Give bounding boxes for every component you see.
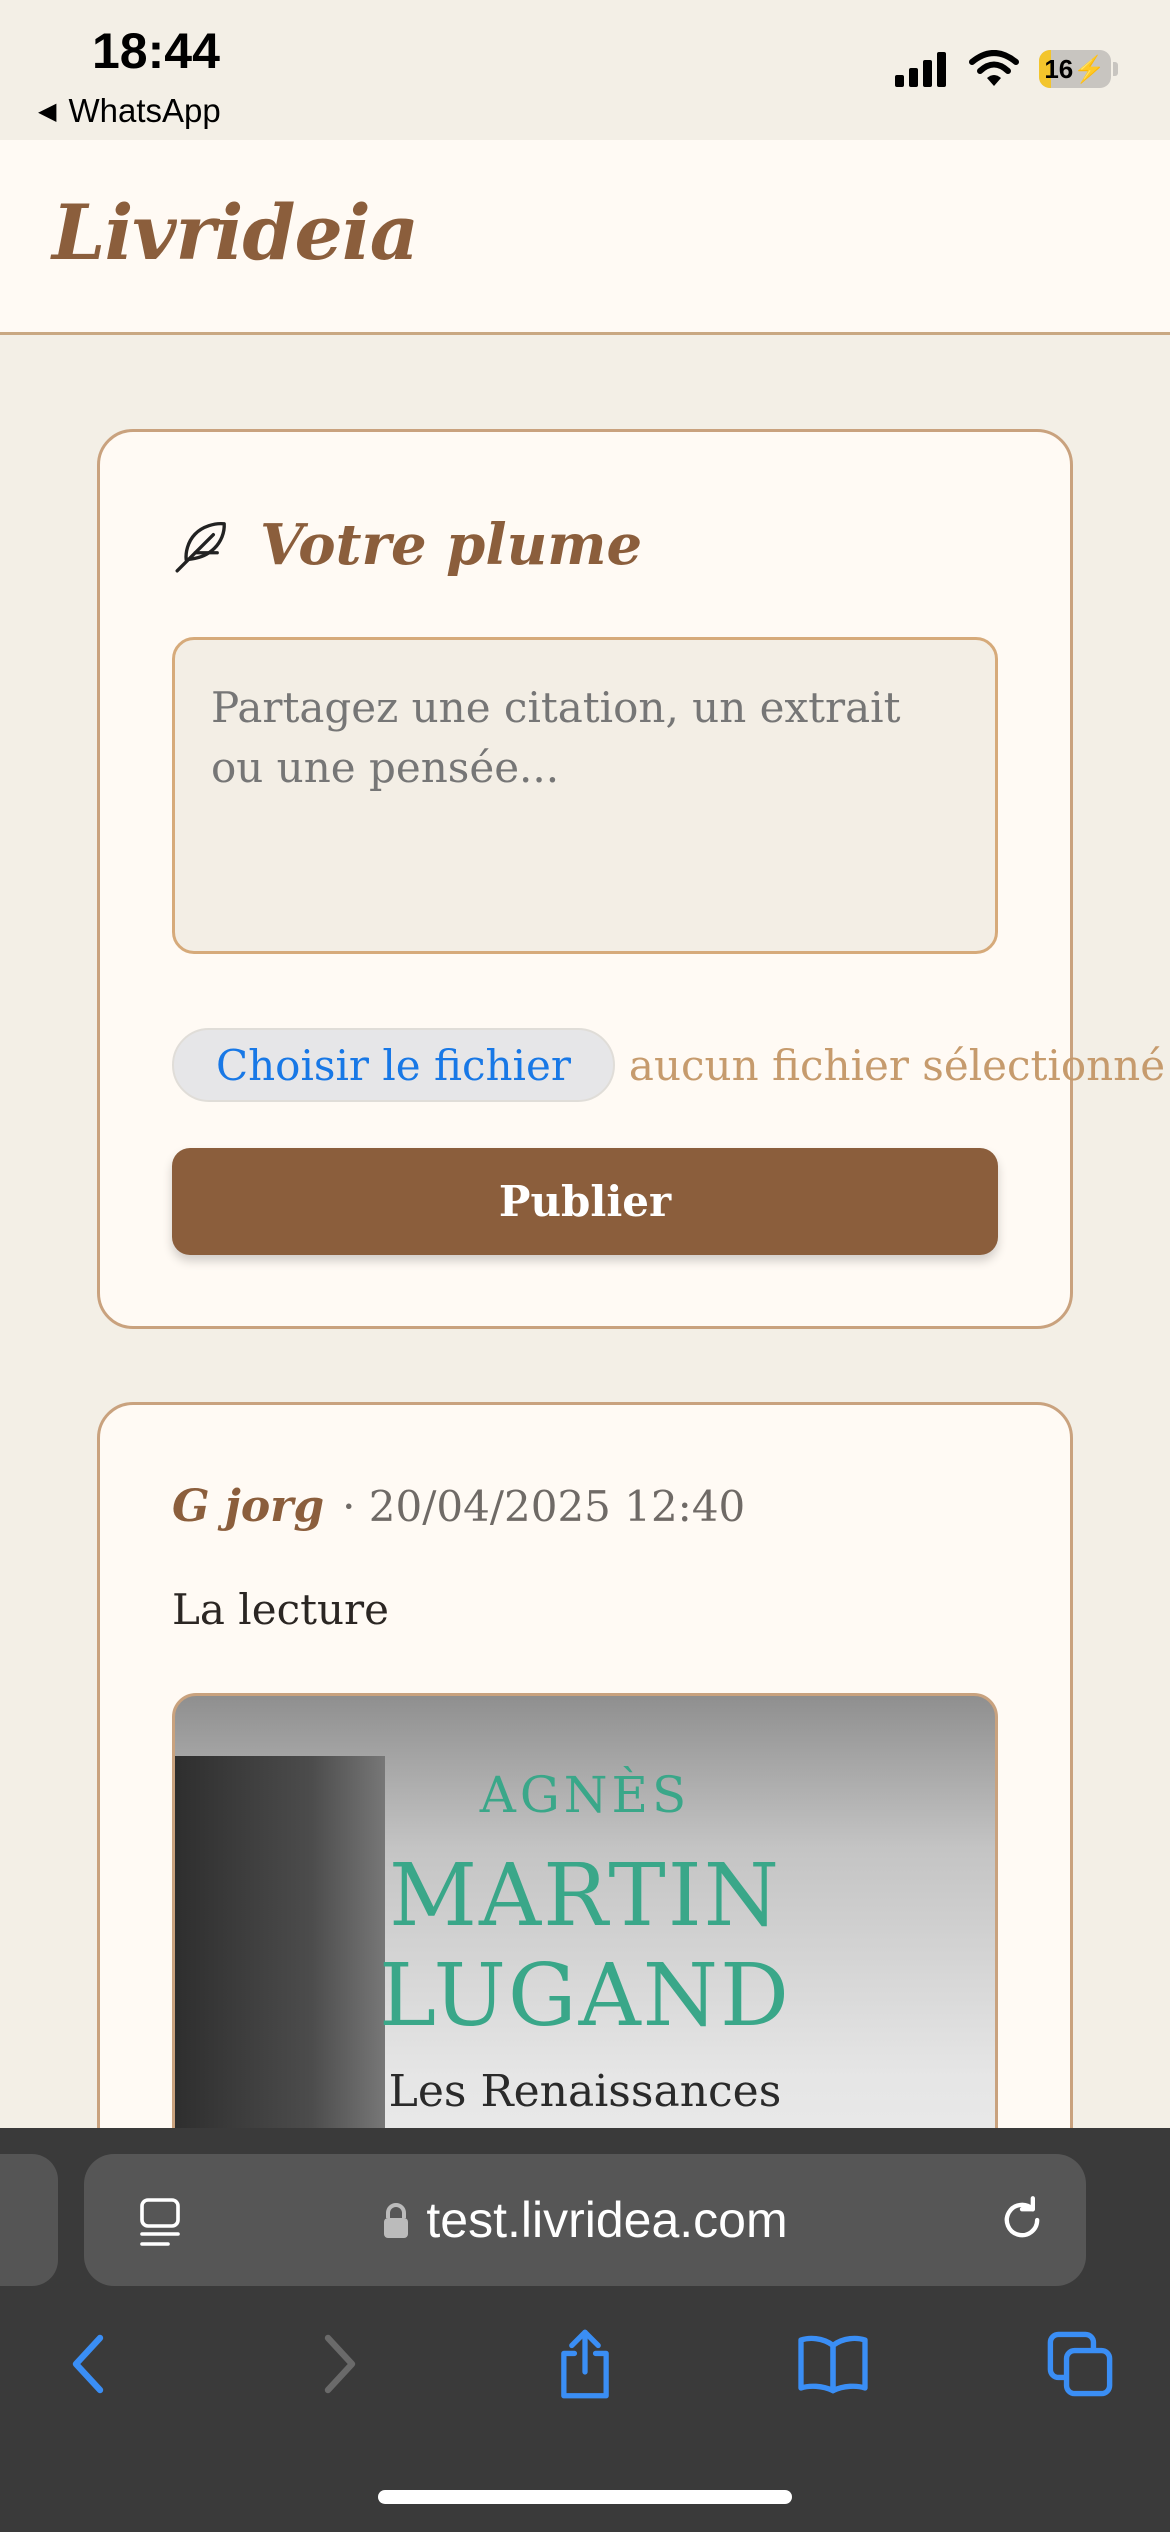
tabs-icon: [1047, 2331, 1113, 2397]
status-icons: 16 ⚡: [895, 50, 1118, 88]
post-author[interactable]: G jorg: [172, 1481, 324, 1532]
cover-author-first-name: AGNÈS: [479, 1766, 691, 1824]
wifi-icon: [969, 50, 1019, 86]
url-text: test.livridea.com: [426, 2192, 788, 2248]
lock-icon: [384, 2203, 409, 2238]
file-picker: Choisir le fichier aucun fichier sélecti…: [172, 1028, 1165, 1102]
post-textarea[interactable]: [172, 637, 998, 954]
file-status: aucun fichier sélectionné: [628, 1040, 1166, 1090]
back-button[interactable]: [48, 2324, 128, 2404]
browser-toolbar: [0, 2324, 1170, 2424]
composer-card: Votre plume Choisir le fichier aucun fic…: [97, 429, 1165, 1329]
battery-level: 16 ⚡: [1044, 53, 1106, 84]
battery-icon: 16 ⚡: [1039, 50, 1111, 88]
tabs-button[interactable]: [1040, 2324, 1120, 2404]
cover-author-last-name-1: MARTIN: [389, 1846, 781, 1946]
composer-heading: Votre plume: [172, 512, 642, 578]
feather-icon: [175, 521, 226, 573]
back-app-label: WhatsApp: [68, 92, 221, 129]
bookmarks-icon: [798, 2335, 868, 2394]
forward-button[interactable]: [300, 2324, 380, 2404]
battery-tip: [1113, 62, 1118, 76]
reload-icon[interactable]: [996, 2194, 1048, 2246]
post-date: · 20/04/2025 12:40: [342, 1482, 746, 1531]
forward-icon: [324, 2334, 356, 2394]
cover-author-last-name-2: LUGAND: [379, 1946, 791, 2046]
address-bar[interactable]: test.livridea.com: [84, 2154, 1086, 2286]
safari-bottom-bar: test.livridea.com: [0, 2128, 1170, 2532]
choose-file-button[interactable]: Choisir le fichier: [172, 1028, 615, 1102]
bookmarks-button[interactable]: [793, 2324, 873, 2404]
status-time: 18:44: [92, 23, 220, 79]
previous-tab-peek[interactable]: [0, 2154, 58, 2286]
home-indicator[interactable]: [378, 2490, 792, 2504]
back-triangle-icon: ◀: [38, 97, 57, 125]
publish-button[interactable]: Publier: [172, 1148, 998, 1255]
cover-book-title: Les Renaissances: [388, 2066, 782, 2117]
back-to-app-link[interactable]: ◀ WhatsApp: [38, 92, 221, 130]
site-header: Livrideia: [0, 140, 1170, 335]
share-icon: [561, 2329, 609, 2399]
status-bar: 18:44 ◀ WhatsApp 16 ⚡: [0, 0, 1170, 140]
composer-title: Votre plume: [260, 512, 643, 578]
post-meta: G jorg · 20/04/2025 12:40: [172, 1481, 745, 1532]
post-text: La lecture: [172, 1585, 389, 1634]
back-icon: [72, 2334, 104, 2394]
share-button[interactable]: [545, 2324, 625, 2404]
brand-logo[interactable]: Livrideia: [52, 188, 419, 277]
signal-icon: [895, 52, 946, 87]
